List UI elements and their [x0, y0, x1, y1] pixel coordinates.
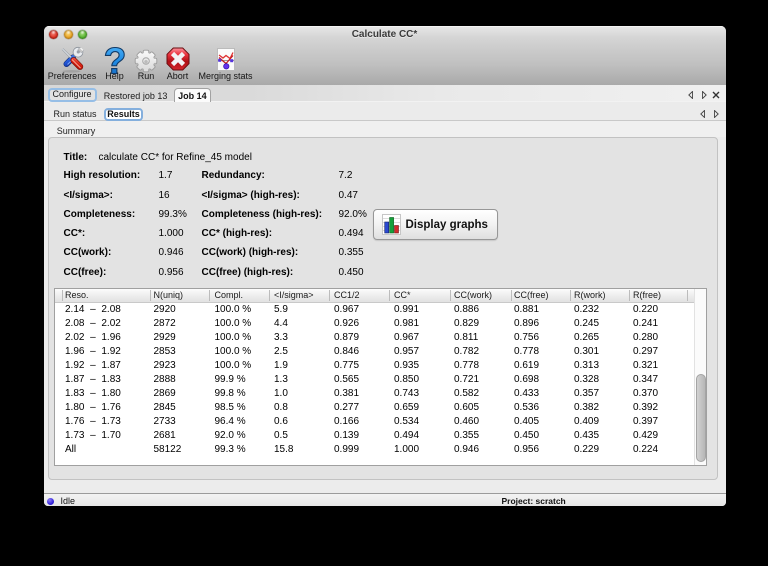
svg-text:?: ?	[104, 46, 126, 74]
